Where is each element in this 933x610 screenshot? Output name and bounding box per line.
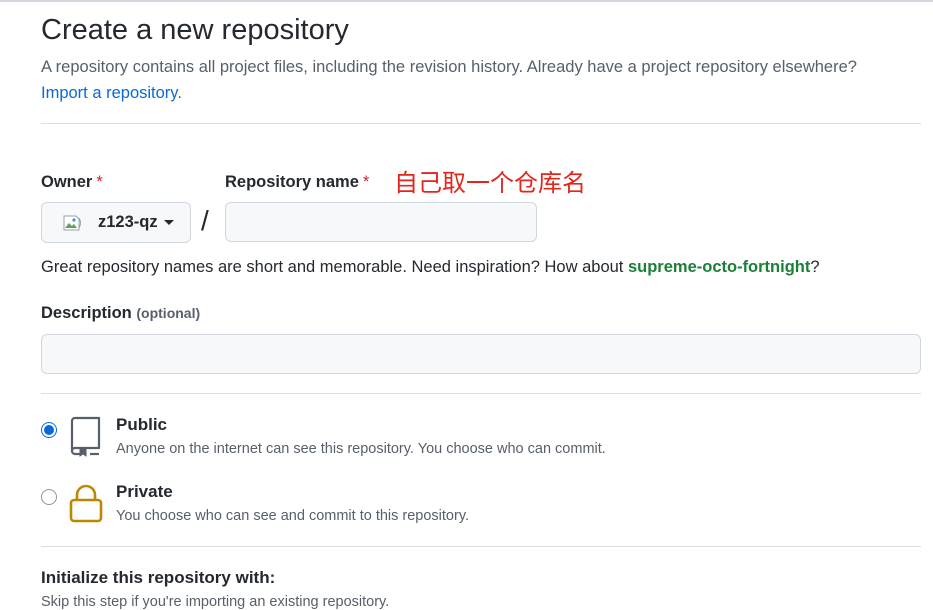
name-suggestion-link[interactable]: supreme-octo-fortnight bbox=[628, 258, 810, 276]
subtitle-text: A repository contains all project files,… bbox=[41, 58, 857, 76]
private-option-title: Private bbox=[116, 482, 173, 501]
page-subtitle: A repository contains all project files,… bbox=[41, 54, 921, 106]
divider bbox=[41, 393, 921, 394]
owner-label: Owner * bbox=[41, 173, 103, 192]
private-radio[interactable] bbox=[41, 489, 57, 505]
description-label: Description (optional) bbox=[41, 304, 200, 323]
description-input[interactable] bbox=[41, 334, 921, 374]
repository-name-hint: Great repository names are short and mem… bbox=[41, 258, 820, 277]
public-radio[interactable] bbox=[41, 422, 57, 438]
owner-label-text: Owner bbox=[41, 173, 93, 191]
divider bbox=[41, 123, 921, 124]
top-border bbox=[0, 0, 933, 2]
repository-name-label: Repository name * bbox=[225, 173, 369, 192]
repository-name-required-mark: * bbox=[362, 173, 370, 191]
repository-name-input[interactable] bbox=[225, 202, 537, 242]
public-option-description: Anyone on the internet can see this repo… bbox=[116, 441, 606, 457]
repo-icon bbox=[70, 416, 101, 457]
initialize-section-hint: Skip this step if you're importing an ex… bbox=[41, 594, 390, 610]
annotation-text: 自己取一个仓库名 bbox=[394, 169, 586, 197]
initialize-section-title: Initialize this repository with: bbox=[41, 568, 276, 587]
owner-repo-separator: / bbox=[201, 205, 209, 236]
lock-icon bbox=[69, 484, 103, 523]
owner-username: z123-qz bbox=[98, 213, 158, 231]
owner-dropdown-button[interactable]: z123-qz bbox=[41, 202, 191, 243]
import-repository-link[interactable]: Import a repository. bbox=[41, 84, 182, 102]
page-title: Create a new repository bbox=[41, 14, 349, 46]
avatar bbox=[62, 213, 84, 233]
divider bbox=[41, 546, 921, 547]
description-label-text: Description bbox=[41, 304, 132, 322]
owner-required-mark: * bbox=[96, 173, 103, 191]
description-optional-text: (optional) bbox=[136, 305, 201, 321]
hint-suffix: ? bbox=[810, 258, 820, 276]
chevron-down-icon bbox=[163, 220, 174, 225]
private-option-description: You choose who can see and commit to thi… bbox=[116, 508, 470, 524]
broken-image-icon bbox=[63, 215, 81, 230]
public-option-title: Public bbox=[116, 415, 168, 434]
hint-text: Great repository names are short and mem… bbox=[41, 258, 628, 276]
repository-name-label-text: Repository name bbox=[225, 173, 359, 191]
